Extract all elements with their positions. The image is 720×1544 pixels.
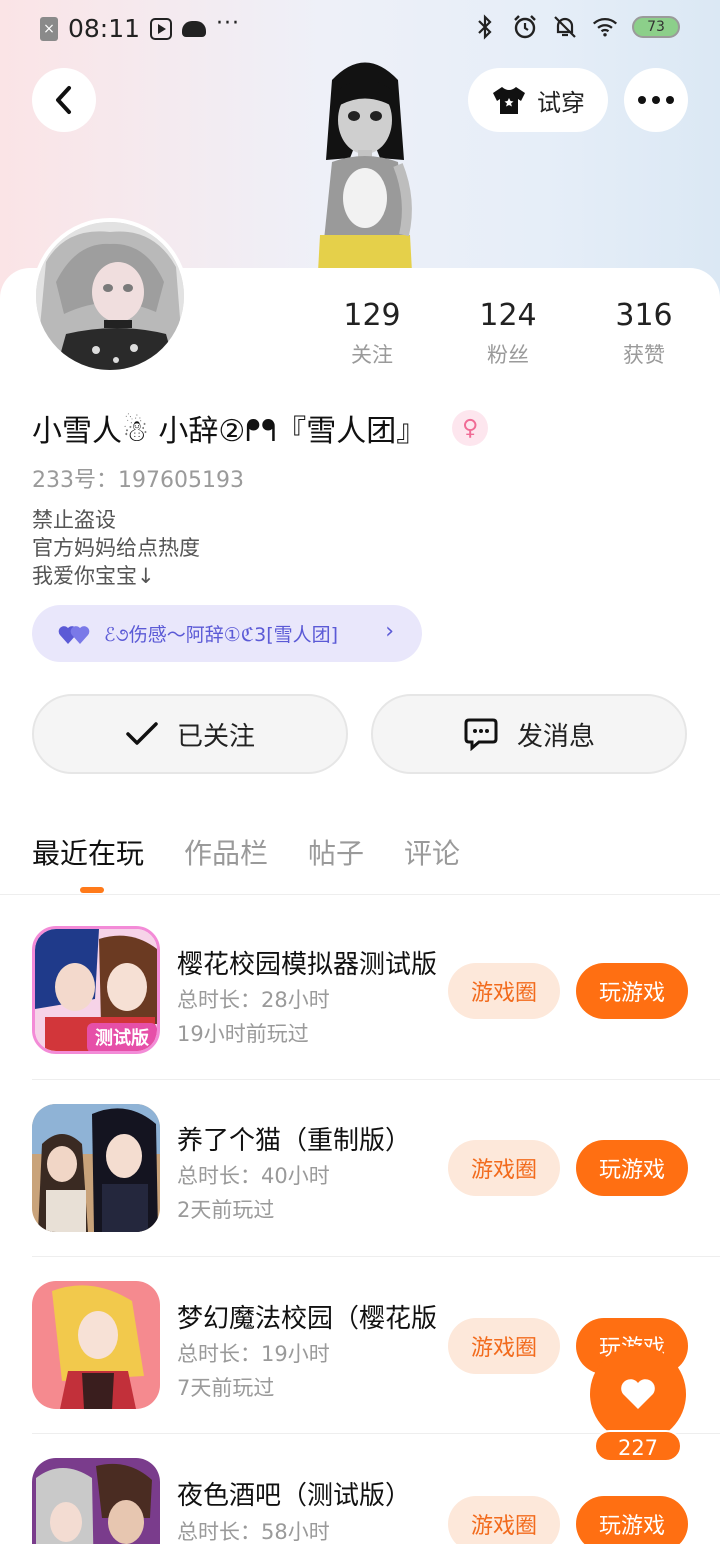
followed-label: 已关注: [176, 721, 255, 752]
profile-stats: 129 关注 124 粉丝 316 获赞: [304, 298, 712, 369]
stat-label: 获赞: [623, 343, 665, 367]
bio-line: 禁止盗设: [32, 508, 116, 532]
avatar-image: [36, 222, 184, 370]
chevron-left-icon: [56, 86, 71, 114]
game-circle-button[interactable]: 游戏圈: [448, 1318, 560, 1374]
try-on-button[interactable]: 试穿: [468, 68, 608, 132]
nickname: 小雪人☃ 小辞②ᖰᖳ『雪人团』: [32, 414, 427, 449]
row-divider: [32, 1256, 720, 1257]
game-circle-button[interactable]: 游戏圈: [448, 1496, 560, 1544]
game-last-played: 19小时前玩过: [177, 1022, 309, 1046]
tab-posts[interactable]: 帖子: [308, 832, 364, 872]
stat-followers[interactable]: 124 粉丝: [440, 298, 576, 369]
try-on-label: 试穿: [537, 88, 585, 117]
game-icon: [32, 1458, 160, 1544]
stat-label: 关注: [351, 343, 393, 367]
game-circle-button[interactable]: 游戏圈: [448, 963, 560, 1019]
tshirt-icon: [493, 87, 525, 114]
stat-value: 316: [615, 298, 673, 333]
message-label: 发消息: [516, 721, 595, 752]
more-notifications-icon: ···: [216, 11, 241, 36]
alarm-icon: [512, 14, 538, 40]
game-list-item[interactable]: 测试版 樱花校园模拟器测试版 总时长：28小时 19小时前玩过 游戏圈 玩游戏: [0, 908, 720, 1084]
like-count-badge: 227: [594, 1430, 682, 1462]
tab-recently-played[interactable]: 最近在玩: [32, 832, 144, 872]
battery-indicator: 73: [632, 16, 680, 38]
stat-likes[interactable]: 316 获赞: [576, 298, 712, 369]
game-icon: 测试版: [32, 926, 160, 1054]
bio-line: 我爱你宝宝↓: [32, 564, 155, 588]
game-last-played: 7天前玩过: [177, 1376, 275, 1400]
avatar-3d-figure: [314, 62, 416, 300]
tabs-divider: [0, 894, 720, 895]
user-id: 233号：197605193: [32, 468, 244, 493]
game-list-item[interactable]: 养了个猫（重制版） 总时长：40小时 2天前玩过 游戏圈 玩游戏: [0, 1084, 720, 1260]
game-title: 养了个猫（重制版）: [177, 1126, 412, 1156]
group-name: ℰ૭伤感～阿辞①ℭ3[雪人团]: [104, 624, 339, 646]
game-last-played: 2天前玩过: [177, 1198, 275, 1222]
game-duration: 总时长：19小时: [177, 1342, 330, 1366]
tab-works[interactable]: 作品栏: [184, 832, 268, 872]
heart-icon: [621, 1379, 655, 1409]
play-game-button[interactable]: 玩游戏: [576, 1140, 688, 1196]
group-chip[interactable]: ℰ૭伤感～阿辞①ℭ3[雪人团] ›: [32, 605, 422, 662]
media-play-icon: [150, 17, 173, 40]
row-divider: [32, 1079, 720, 1080]
play-game-button[interactable]: 玩游戏: [576, 1496, 688, 1544]
play-game-button[interactable]: 玩游戏: [576, 963, 688, 1019]
wifi-icon: [592, 14, 618, 40]
game-icon-caption: 测试版: [95, 1027, 149, 1049]
avatar[interactable]: [32, 218, 188, 374]
game-duration: 总时长：58小时: [177, 1520, 330, 1544]
game-icon: [32, 1281, 160, 1409]
game-title: 夜色酒吧（测试版）: [177, 1481, 412, 1511]
chat-bubble-icon: [464, 718, 498, 751]
status-bar: × 08:11 ··· 73: [0, 0, 720, 56]
game-title: 樱花校园模拟器测试版: [177, 950, 437, 980]
profile-tabs: 最近在玩 作品栏 帖子 评论: [32, 832, 460, 872]
game-icon: [32, 1104, 160, 1232]
game-duration: 总时长：28小时: [177, 988, 330, 1012]
like-fab-button[interactable]: [590, 1346, 686, 1442]
female-gender-icon: ♀: [452, 410, 489, 446]
name-row: 小雪人☃ 小辞②ᖰᖳ『雪人团』 ♀: [32, 406, 489, 450]
game-circle-button[interactable]: 游戏圈: [448, 1140, 560, 1196]
back-button[interactable]: [32, 68, 96, 132]
mute-bell-icon: [552, 14, 578, 40]
tab-comments[interactable]: 评论: [404, 832, 460, 872]
double-heart-icon: [58, 625, 90, 644]
check-icon: [126, 722, 158, 745]
game-duration: 总时长：40小时: [177, 1164, 330, 1188]
followed-button[interactable]: 已关注: [32, 694, 348, 774]
stat-following[interactable]: 129 关注: [304, 298, 440, 369]
game-title: 梦幻魔法校园（樱花版）: [177, 1304, 437, 1334]
chevron-right-icon: ›: [385, 619, 394, 644]
active-tab-indicator: [80, 887, 104, 893]
bluetooth-icon: [472, 14, 498, 40]
more-options-button[interactable]: [624, 68, 688, 132]
more-dots-icon: [638, 96, 674, 104]
bio-line: 官方妈妈给点热度: [32, 536, 200, 560]
status-time: 08:11: [68, 14, 141, 43]
stat-label: 粉丝: [487, 343, 529, 367]
stat-value: 124: [479, 298, 537, 333]
bio: 禁止盗设 官方妈妈给点热度 我爱你宝宝↓: [32, 506, 200, 590]
stat-value: 129: [343, 298, 401, 333]
close-notification-icon: ×: [40, 16, 58, 41]
send-message-button[interactable]: 发消息: [371, 694, 687, 774]
cloud-icon: [182, 20, 207, 37]
